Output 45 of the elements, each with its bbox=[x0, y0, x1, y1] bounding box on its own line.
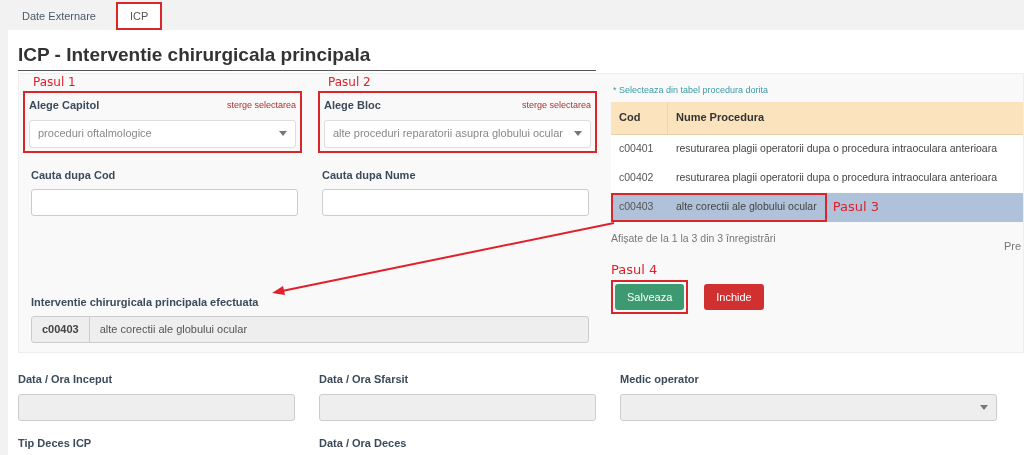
select-field[interactable] bbox=[620, 393, 997, 421]
procedure-name: alte corectii ale globului ocular bbox=[98, 321, 249, 337]
clear-selection-link[interactable]: sterge selectarea bbox=[521, 98, 591, 112]
select-field[interactable]: alte proceduri reparatorii asupra globului ocular bbox=[324, 119, 591, 148]
step-label: Pasul 4 bbox=[611, 262, 659, 278]
field-label: Data / Ora Inceput bbox=[18, 372, 114, 387]
table-hint: * Selecteaza din tabel procedura dorita bbox=[613, 84, 770, 97]
field-label: Cauta dupa Nume bbox=[322, 167, 417, 183]
table-row[interactable]: c00401 resuturarea plagii operatorii dupa o procedura intraoculara anterioara bbox=[611, 134, 1023, 164]
step-label: Pasul 2 bbox=[328, 74, 372, 90]
table-row[interactable]: c00403 alte corectii ale globului ocular Pasul 3 bbox=[611, 192, 1023, 222]
field-label: Alege Bloc bbox=[324, 98, 381, 113]
field-label: Medic operator bbox=[620, 372, 700, 387]
field-label: Tip Deces ICP bbox=[18, 435, 93, 451]
procedure-code: c00403 bbox=[32, 316, 90, 342]
table-cell-text: alte corectii ale globului ocular bbox=[675, 199, 818, 215]
search-field[interactable] bbox=[322, 189, 589, 216]
select-field[interactable]: proceduri oftalmologice bbox=[29, 119, 296, 148]
close-button[interactable]: Inchide bbox=[704, 284, 764, 311]
table-cell-text: c00401 bbox=[618, 141, 655, 157]
tab[interactable]: ICP bbox=[116, 2, 163, 30]
field-label: Interventie chirurgicala principala efectuata bbox=[31, 295, 260, 310]
step-label: Pasul 3 bbox=[832, 199, 879, 215]
table-cell-text: resuturarea plagii operatorii dupa o procedura intraoculara anterioara bbox=[675, 170, 999, 186]
column-header: Nume Procedura bbox=[675, 110, 766, 126]
previous-page-link[interactable]: Pre bbox=[1003, 237, 1021, 254]
table-cell-text: resuturarea plagii operatorii dupa o procedura intraoculara anterioara bbox=[675, 141, 999, 157]
records-info: Afișate de la 1 la 3 din 3 înregistrări bbox=[611, 230, 776, 246]
table-cell-text: c00402 bbox=[618, 170, 655, 186]
table-cell-text: c00403 bbox=[618, 199, 655, 215]
save-button[interactable]: Salveaza bbox=[615, 284, 685, 311]
field-label: Alege Capitol bbox=[29, 98, 100, 113]
field-label: Cauta dupa Cod bbox=[31, 167, 117, 183]
field-label: Data / Ora Sfarsit bbox=[319, 372, 410, 387]
step-label: Pasul 1 bbox=[33, 74, 77, 90]
search-field[interactable] bbox=[31, 189, 298, 216]
tab[interactable]: Date Externare bbox=[8, 2, 110, 30]
column-header: Cod bbox=[611, 101, 668, 134]
dropdown-caret-icon bbox=[980, 404, 988, 410]
table-row[interactable]: c00402 resuturarea plagii operatorii dupa o procedura intraoculara anterioara bbox=[611, 163, 1023, 193]
field-label: Data / Ora Deces bbox=[319, 435, 408, 451]
clear-selection-link[interactable]: sterge selectarea bbox=[226, 98, 296, 112]
page-title: ICP - Interventie chirurgicala principala bbox=[18, 43, 372, 67]
dropdown-caret-icon bbox=[574, 131, 582, 136]
dropdown-caret-icon bbox=[279, 131, 287, 136]
